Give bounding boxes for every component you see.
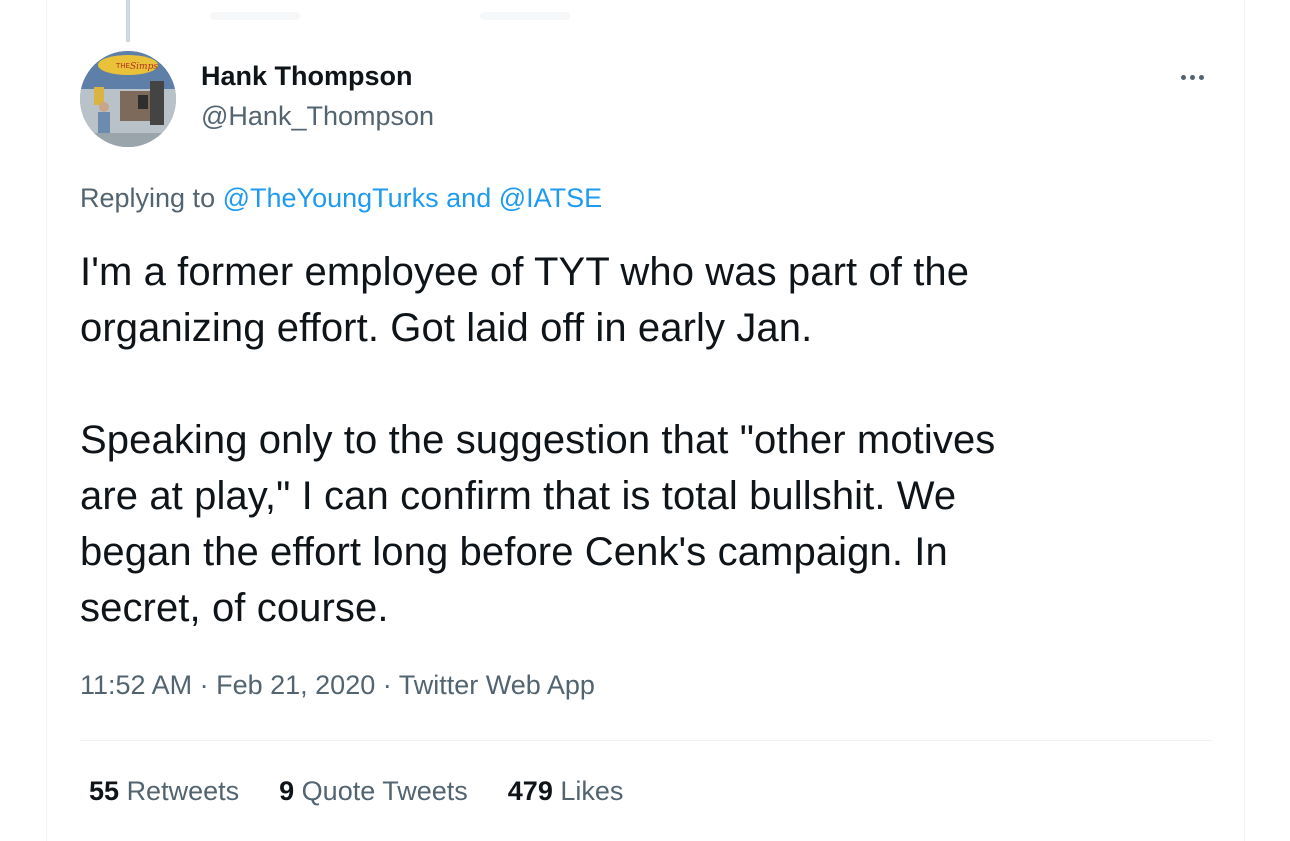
timeline-left-border	[46, 0, 47, 841]
tweet-body-text: I'm a former employee of TYT who was par…	[80, 244, 1200, 636]
tweet-time[interactable]: 11:52 AM	[80, 670, 192, 700]
timeline-right-border	[1244, 0, 1245, 841]
svg-text:THE: THE	[115, 62, 130, 70]
mention-link-theyoungturks[interactable]: @TheYoungTurks	[223, 183, 439, 213]
retweets-stat[interactable]: 55 Retweets	[89, 776, 239, 807]
tweet-text-line: began the effort long before Cenk's camp…	[80, 530, 948, 574]
tweet-metadata: 11:52 AM · Feb 21, 2020 · Twitter Web Ap…	[80, 670, 595, 701]
author-display-name[interactable]: Hank Thompson	[201, 61, 413, 92]
tweet-text-line: organizing effort. Got laid off in early…	[80, 306, 813, 350]
more-horizontal-icon	[1189, 74, 1195, 80]
quote-tweets-label: Quote Tweets	[301, 776, 468, 806]
tweet-text-line: are at play," I can confirm that is tota…	[80, 474, 957, 518]
author-handle[interactable]: @Hank_Thompson	[201, 101, 434, 132]
tweet-text-line: I'm a former employee of TYT who was par…	[80, 250, 970, 294]
quote-tweets-count: 9	[279, 776, 295, 806]
retweets-count: 55	[89, 776, 120, 806]
meta-separator: ·	[382, 670, 392, 700]
meta-separator: ·	[199, 670, 209, 700]
likes-stat[interactable]: 479 Likes	[508, 776, 624, 807]
more-horizontal-icon	[1198, 74, 1204, 80]
reply-context-conjunction: and	[446, 183, 492, 213]
quote-tweets-stat[interactable]: 9 Quote Tweets	[279, 776, 468, 807]
tweet-text-line: Speaking only to the suggestion that "ot…	[80, 418, 996, 462]
more-horizontal-icon	[1180, 74, 1186, 80]
stats-divider	[80, 740, 1212, 741]
tweet-text-line: secret, of course.	[80, 586, 389, 630]
tweet-stats: 55 Retweets 9 Quote Tweets 479 Likes	[89, 776, 623, 807]
svg-text:Simps: Simps	[130, 62, 158, 72]
tweet-source[interactable]: Twitter Web App	[399, 670, 595, 700]
faded-previous-content	[480, 12, 570, 20]
mention-link-iatse[interactable]: @IATSE	[499, 183, 602, 213]
tweet-detail-page: THE Simps Hank Thompson @Hank_Thompson R…	[0, 0, 1290, 841]
more-options-button[interactable]	[1172, 62, 1212, 92]
reply-context-prefix: Replying to	[80, 183, 216, 213]
likes-count: 479	[507, 776, 553, 806]
tweet-date[interactable]: Feb 21, 2020	[216, 670, 375, 700]
faded-previous-content	[210, 12, 300, 20]
reply-context: Replying to @TheYoungTurks and @IATSE	[80, 183, 602, 214]
likes-label: Likes	[560, 776, 624, 806]
author-avatar[interactable]: THE Simps	[80, 51, 176, 147]
retweets-label: Retweets	[126, 776, 240, 806]
thread-connector-line	[126, 0, 130, 42]
